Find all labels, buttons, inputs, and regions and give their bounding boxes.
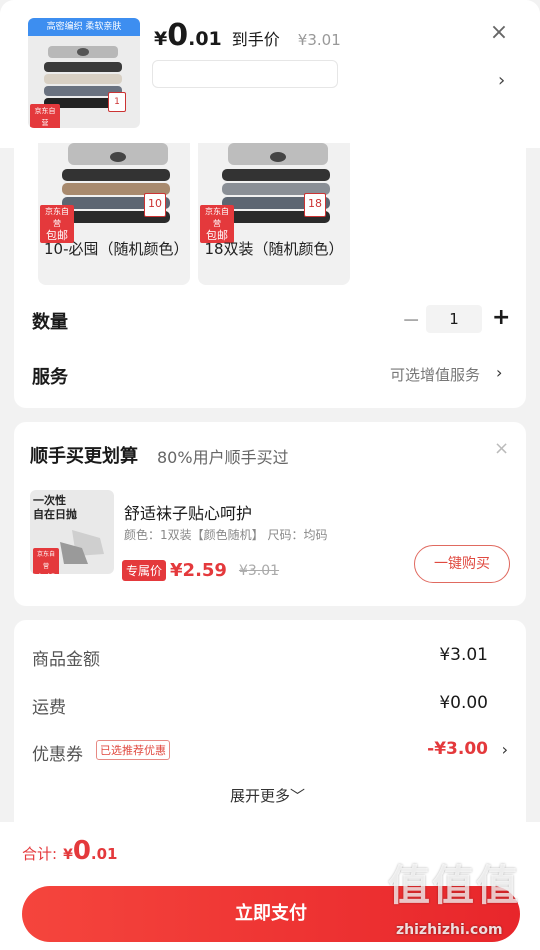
addon-price: ¥2.59 (170, 560, 227, 581)
addon-card: 顺手买更划算 80%用户顺手买过 × 一次性 自在日抛 京东自营 包邮 舒适袜子… (14, 422, 526, 606)
selected-spec-box[interactable] (152, 60, 338, 88)
pack-count-badge: 1 (108, 92, 126, 112)
variant-option[interactable]: 京东自营 包邮 10 10-必囤（随机颜色） (38, 143, 190, 285)
final-price-label: 到手价 (231, 30, 280, 49)
self-operated-badge: 京东自营 包邮 (200, 205, 234, 243)
chevron-right-icon[interactable]: › (502, 740, 508, 759)
service-option[interactable]: 可选增值服务 (390, 364, 480, 385)
close-icon[interactable]: × (494, 438, 509, 459)
total-decimal: .01 (90, 845, 118, 863)
product-thumbnail: 高密编织 柔软亲肤 京东自营 包邮 1 (28, 18, 140, 128)
price-symbol: ¥ (154, 28, 168, 50)
one-click-buy-button[interactable]: 一键购买 (414, 545, 510, 583)
site-watermark: 值值值 zhizhizhi.com (388, 852, 538, 948)
service-label: 服务 (32, 367, 68, 388)
shipping-value: ¥0.00 (439, 693, 488, 713)
total-price: 合计: ¥ 0 .01 (22, 836, 117, 866)
addon-subtitle: 80%用户顺手买过 (157, 448, 289, 467)
goods-amount-label: 商品金额 (32, 650, 100, 670)
price-integer: 0 (167, 18, 189, 53)
goods-amount-value: ¥3.01 (439, 645, 488, 665)
addon-product-image[interactable]: 一次性 自在日抛 京东自营 包邮 (30, 490, 114, 574)
addon-product-spec: 颜色：1双装【颜色随机】 尺码：均码 (124, 528, 328, 542)
addon-title: 顺手买更划算 (30, 446, 138, 467)
badge-line: 京东自营 (34, 107, 56, 127)
coupon-label: 优惠券 (32, 745, 83, 765)
watermark-logo: 值值值 (388, 861, 521, 910)
shipping-label: 运费 (32, 698, 66, 718)
original-price: ¥3.01 (297, 31, 341, 49)
self-operated-badge: 京东自营 包邮 (40, 205, 74, 243)
pack-count-badge: 10 (144, 193, 166, 217)
variant-label: 10-必囤（随机颜色） (44, 240, 189, 258)
expand-more-button[interactable]: 展开更多﹀ (230, 785, 305, 806)
chevron-right-icon[interactable]: › (498, 70, 505, 91)
self-operated-badge: 京东自营 包邮 (30, 104, 60, 128)
total-symbol: ¥ (63, 847, 73, 863)
self-operated-badge: 京东自营 包邮 (33, 548, 59, 574)
variant-option[interactable]: 京东自营 包邮 18 18双装（随机颜色） (198, 143, 350, 285)
quantity-label: 数量 (32, 312, 68, 333)
total-integer: 0 (72, 836, 91, 866)
final-price: ¥ 0 .01 到手价 ¥3.01 (154, 18, 341, 53)
total-label: 合计: (22, 845, 58, 863)
quantity-input[interactable]: 1 (426, 305, 482, 333)
pack-count-badge: 18 (304, 193, 326, 217)
addon-product-name[interactable]: 舒适袜子贴心呵护 (124, 500, 252, 524)
order-summary-card: 商品金额 ¥3.01 运费 ¥0.00 优惠券 已选推荐优惠 -¥3.00 › … (14, 620, 526, 830)
addon-price-row: 专属价 ¥2.59 ¥3.01 (122, 560, 279, 581)
badge-line: 京东自营 (36, 551, 55, 570)
spec-card: 京东自营 包邮 10 10-必囤（随机颜色） 京东自营 包邮 18 18双装（随… (14, 143, 526, 408)
badge-line: 包邮 (36, 573, 56, 574)
badge-line: 京东自营 (45, 207, 69, 228)
badge-line: 京东自营 (205, 207, 229, 228)
quantity-increase-button[interactable]: + (492, 305, 510, 330)
quantity-decrease-button[interactable]: − (402, 308, 420, 333)
watermark-url: zhizhizhi.com (396, 922, 503, 938)
price-decimal: .01 (188, 28, 222, 50)
exclusive-price-tag: 专属价 (122, 560, 167, 581)
coupon-selected-tag[interactable]: 已选推荐优惠 (96, 740, 170, 760)
variant-label: 18双装（随机颜色） (204, 240, 344, 258)
product-header: 高密编织 柔软亲肤 京东自营 包邮 1 ¥ 0 .01 到手价 ¥3.01 × … (0, 0, 540, 148)
coupon-discount-value[interactable]: -¥3.00 (427, 739, 488, 759)
close-icon[interactable]: × (484, 18, 514, 48)
chevron-right-icon[interactable]: › (496, 363, 502, 382)
addon-original-price: ¥3.01 (238, 562, 280, 579)
